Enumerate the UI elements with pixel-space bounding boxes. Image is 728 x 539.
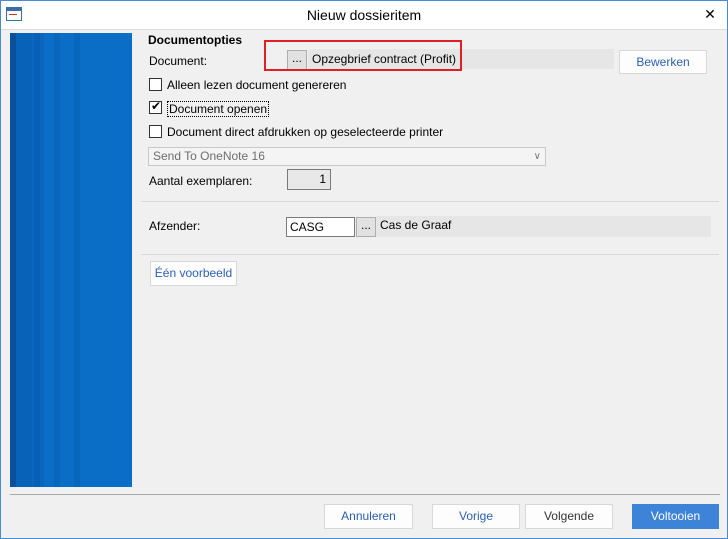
back-button[interactable]: Vorige <box>432 504 520 529</box>
sender-code-input[interactable]: CASG <box>286 217 355 237</box>
open-document-label[interactable]: Document openen <box>167 101 270 117</box>
readonly-checkbox[interactable] <box>149 78 162 91</box>
close-button[interactable]: ✕ <box>701 5 719 23</box>
copies-field[interactable]: 1 <box>287 169 331 190</box>
side-banner-stripe <box>54 33 60 487</box>
next-button[interactable]: Volgende <box>525 504 613 529</box>
preview-button[interactable]: Één voorbeeld <box>150 261 237 286</box>
readonly-label[interactable]: Alleen lezen document genereren <box>167 78 346 92</box>
dialog-window: Nieuw dossieritem ✕ Documentopties Docum… <box>0 0 728 539</box>
sender-name-field: Cas de Graaf <box>376 216 711 237</box>
sender-label: Afzender: <box>149 219 201 233</box>
window-title: Nieuw dossieritem <box>306 7 422 23</box>
highlight-box <box>264 40 462 71</box>
sender-browse-button[interactable]: ... <box>356 217 376 237</box>
print-directly-label[interactable]: Document direct afdrukken op geselecteer… <box>167 125 443 139</box>
side-banner-stripe <box>74 33 80 487</box>
print-directly-checkbox[interactable] <box>149 125 162 138</box>
side-banner <box>10 33 132 487</box>
side-banner-stripe <box>34 33 40 487</box>
section-title: Documentopties <box>148 33 243 47</box>
divider <box>141 254 719 255</box>
title-bar[interactable]: Nieuw dossieritem ✕ <box>1 1 727 30</box>
chevron-down-icon: ∨ <box>533 151 541 162</box>
open-document-checkbox[interactable]: ✔ <box>149 99 162 114</box>
cancel-button[interactable]: Annuleren <box>324 504 413 529</box>
checkmark-icon: ✔ <box>151 99 162 113</box>
document-label: Document: <box>149 54 208 68</box>
finish-button[interactable]: Voltooien <box>632 504 719 529</box>
footer-divider <box>10 494 720 495</box>
copies-label: Aantal exemplaren: <box>149 174 253 188</box>
printer-select[interactable]: Send To OneNote 16 ∨ <box>148 147 546 166</box>
edit-button[interactable]: Bewerken <box>619 50 707 74</box>
printer-select-value: Send To OneNote 16 <box>153 149 265 163</box>
divider <box>141 201 719 202</box>
